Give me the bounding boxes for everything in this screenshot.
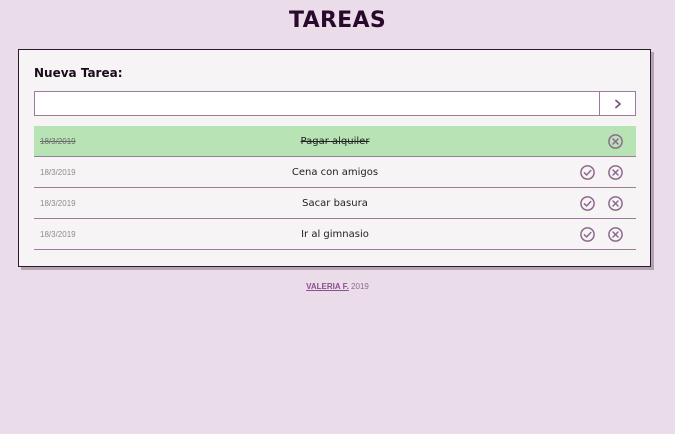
close-circle-icon [608, 195, 623, 211]
delete-task-button[interactable] [607, 195, 624, 212]
task-row: 18/3/2019 Ir al gimnasio [34, 219, 636, 250]
chevron-right-icon [614, 99, 621, 108]
page-title: TAREAS [289, 8, 386, 33]
delete-task-button[interactable] [607, 133, 624, 150]
task-date: 18/3/2019 [40, 136, 76, 146]
task-title: Ir al gimnasio [301, 228, 369, 240]
complete-task-button[interactable] [579, 226, 596, 243]
task-row: 18/3/2019 Pagar alquiler [34, 126, 636, 157]
task-row: 18/3/2019 Sacar basura [34, 188, 636, 219]
task-date: 18/3/2019 [40, 229, 76, 239]
close-circle-icon [608, 226, 623, 242]
task-title: Cena con amigos [291, 166, 379, 178]
footer: VALERIA F. 2019 [0, 282, 675, 291]
task-row: 18/3/2019 Cena con amigos [34, 157, 636, 188]
new-task-label: Nueva Tarea: [34, 66, 123, 80]
close-circle-icon [608, 133, 623, 149]
task-list: 18/3/2019 Pagar alquiler 18/3/2019 Cena … [34, 126, 636, 250]
add-task-button[interactable] [599, 92, 635, 115]
task-date: 18/3/2019 [40, 167, 76, 177]
footer-year: 2019 [351, 282, 369, 291]
complete-task-button[interactable] [579, 164, 596, 181]
new-task-input[interactable] [35, 92, 599, 115]
delete-task-button[interactable] [607, 164, 624, 181]
author-link[interactable]: VALERIA F. [306, 282, 349, 291]
todo-card: Nueva Tarea: 18/3/2019 Pagar alquiler 18… [18, 49, 651, 267]
check-circle-icon [580, 164, 595, 180]
new-task-form [34, 91, 636, 116]
check-circle-icon [580, 226, 595, 242]
task-title: Sacar basura [302, 197, 368, 209]
task-title: Pagar alquiler [300, 135, 370, 147]
close-circle-icon [608, 164, 623, 180]
delete-task-button[interactable] [607, 226, 624, 243]
check-circle-icon [580, 195, 595, 211]
task-date: 18/3/2019 [40, 198, 76, 208]
complete-task-button[interactable] [579, 195, 596, 212]
